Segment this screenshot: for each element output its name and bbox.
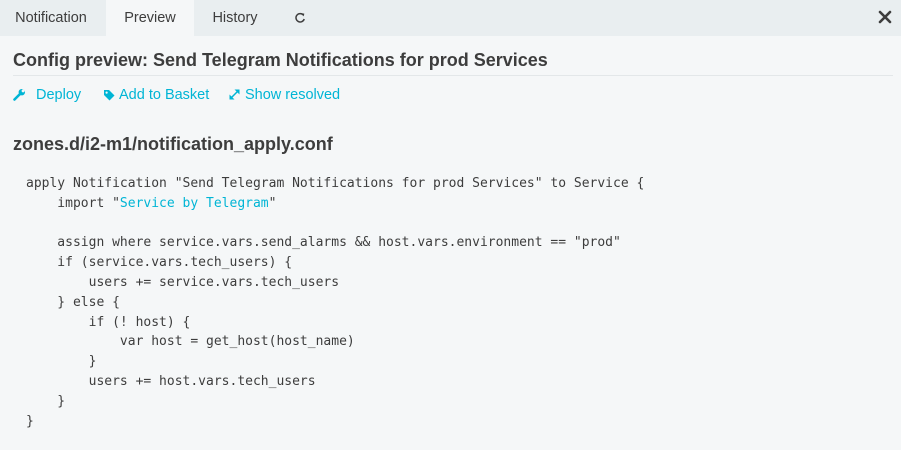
show-resolved-label: Show resolved [245,87,341,103]
code-line: } [26,354,97,370]
file-path-heading: zones.d/i2-m1/notification_apply.conf [13,134,333,154]
code-line: } [26,413,34,429]
tab-notification[interactable]: Notification [0,0,102,36]
title-divider [13,75,893,76]
page-title: Config preview: Send Telegram Notificati… [13,50,548,70]
code-line: if (! host) { [26,314,191,330]
tab-history[interactable]: History [196,0,274,36]
code-line: } [26,393,66,409]
code-line: if (service.vars.tech_users) { [26,255,293,271]
expand-icon [229,89,240,100]
deploy-button[interactable]: Deploy [13,86,81,104]
add-to-basket-label: Add to Basket [119,87,210,103]
tag-icon [104,90,115,101]
close-icon[interactable] [877,9,893,25]
code-line: apply Notification "Send Telegram Notifi… [26,176,645,191]
code-line: assign where service.vars.send_alarms &&… [26,235,621,251]
code-line: import "Service by Telegram" [26,195,277,211]
code-line: } else { [26,294,120,310]
refresh-icon [295,12,305,23]
code-line: var host = get_host(host_name) [26,334,355,350]
add-to-basket-button[interactable]: Add to Basket [103,86,209,104]
config-code-block: apply Notification "Send Telegram Notifi… [26,174,644,431]
tab-bar: Notification Preview History [0,0,901,36]
wrench-icon [13,89,25,101]
code-line: users += host.vars.tech_users [26,373,316,389]
code-line: users += service.vars.tech_users [26,274,340,290]
tab-refresh[interactable] [282,0,318,36]
show-resolved-button[interactable]: Show resolved [228,86,340,104]
tab-preview[interactable]: Preview [106,0,194,36]
template-link[interactable]: Service by Telegram [120,196,269,211]
deploy-label: Deploy [36,87,82,103]
